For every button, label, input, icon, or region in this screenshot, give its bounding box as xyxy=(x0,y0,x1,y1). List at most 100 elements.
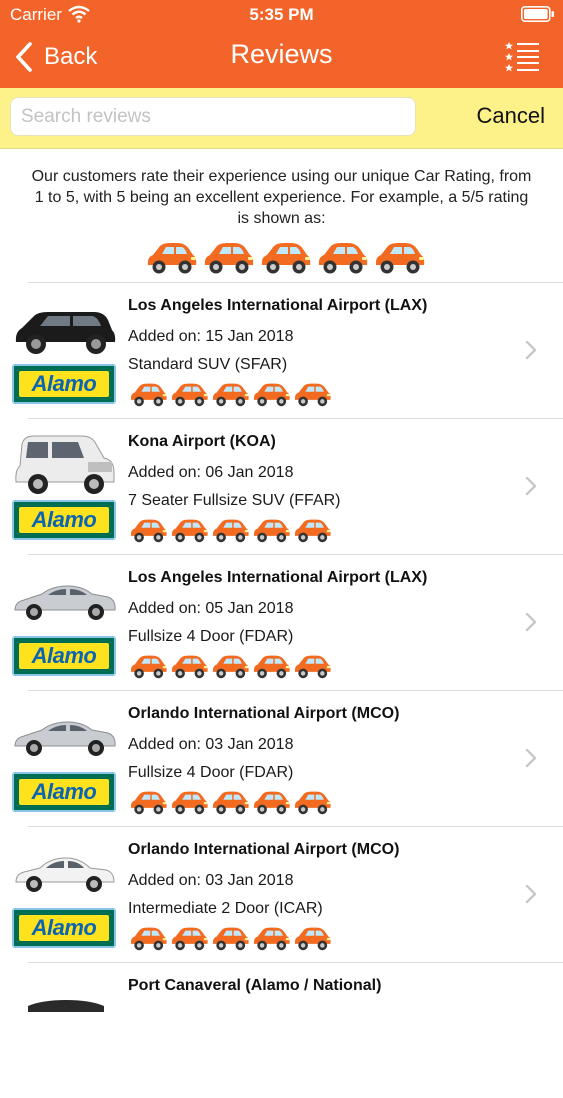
vehicle-image xyxy=(12,292,118,360)
status-bar: Carrier 5:35 PM xyxy=(0,0,563,30)
car-rating xyxy=(128,651,332,686)
alamo-logo: Alamo xyxy=(12,908,116,948)
rating-car-icon xyxy=(128,787,168,822)
rating-car-icon xyxy=(171,519,208,543)
rating-car-icon xyxy=(212,383,249,407)
status-time: 5:35 PM xyxy=(249,5,314,24)
rating-car-icon xyxy=(212,655,249,679)
rating-car-icon xyxy=(258,237,312,282)
rating-car-icon xyxy=(169,515,209,550)
vehicle-image xyxy=(12,700,118,768)
rating-car-icon xyxy=(212,927,249,951)
review-row[interactable]: Alamo Orlando International Airport (MCO)… xyxy=(0,826,563,962)
car-rating xyxy=(128,923,332,958)
brand-logo-text: Alamo xyxy=(19,507,109,533)
added-date: Added on: 03 Jan 2018 xyxy=(128,872,294,889)
vehicle-image xyxy=(12,428,118,496)
rating-car-icon xyxy=(292,651,332,686)
rating-car-icon xyxy=(251,787,291,822)
chevron-right-icon xyxy=(525,748,537,768)
chevron-right-icon xyxy=(525,612,537,632)
rating-car-icon xyxy=(253,655,290,679)
page-title: Reviews xyxy=(230,39,333,69)
rating-car-icon xyxy=(210,651,250,686)
rating-car-icon xyxy=(292,515,332,550)
review-row[interactable]: Alamo Los Angeles International Airport (… xyxy=(0,554,563,690)
rating-car-icon xyxy=(210,787,250,822)
car-rating xyxy=(128,379,332,414)
rating-car-icon xyxy=(130,927,167,951)
rating-car-icon xyxy=(253,383,290,407)
rating-car-icon xyxy=(169,651,209,686)
navigation-bar: Back Reviews xyxy=(0,30,563,88)
rating-car-icon xyxy=(372,237,426,282)
search-bar: Cancel xyxy=(0,88,563,149)
rating-car-icon xyxy=(292,787,332,822)
rating-car-icon xyxy=(171,383,208,407)
location-title: Kona Airport (KOA) xyxy=(128,433,276,450)
chevron-right-icon xyxy=(525,340,537,360)
car-rating xyxy=(128,515,332,550)
rating-explanation: Our customers rate their experience usin… xyxy=(31,168,532,227)
rating-car-icon xyxy=(294,519,331,543)
rating-car-icon xyxy=(144,237,198,282)
review-row[interactable]: Port Canaveral (Alamo / National) xyxy=(0,962,563,1098)
rating-car-icon xyxy=(210,379,250,414)
alamo-logo: Alamo xyxy=(12,636,116,676)
rating-car-icon xyxy=(169,787,209,822)
rating-car-icon xyxy=(212,791,249,815)
rating-car-icon xyxy=(169,379,209,414)
rating-car-icon xyxy=(210,923,250,958)
review-row[interactable]: Alamo Orlando International Airport (MCO)… xyxy=(0,690,563,826)
car-class: Intermediate 2 Door (ICAR) xyxy=(128,900,323,917)
rating-car-icon xyxy=(169,923,209,958)
rating-car-icon xyxy=(253,927,290,951)
alamo-logo: Alamo xyxy=(12,772,116,812)
rating-car-icon xyxy=(375,243,425,274)
rating-car-icon xyxy=(251,379,291,414)
car-rating xyxy=(128,787,332,822)
rating-car-icon xyxy=(201,237,255,282)
rating-car-icon xyxy=(251,651,291,686)
rating-car-icon xyxy=(212,519,249,543)
location-title: Orlando International Airport (MCO) xyxy=(128,841,400,858)
rating-car-icon xyxy=(292,923,332,958)
location-title: Orlando International Airport (MCO) xyxy=(128,705,400,722)
rating-car-icon xyxy=(128,923,168,958)
rating-car-icon xyxy=(251,923,291,958)
review-list: Alamo Los Angeles International Airport (… xyxy=(0,282,563,1098)
brand-logo-text: Alamo xyxy=(19,371,109,397)
top-bar: Carrier 5:35 PM Back Reviews xyxy=(0,0,563,88)
battery-icon xyxy=(521,6,554,22)
rating-car-icon xyxy=(261,243,311,274)
rating-car-icon xyxy=(294,791,331,815)
chevron-right-icon xyxy=(525,884,537,904)
vehicle-image xyxy=(12,836,118,904)
brand-logo-text: Alamo xyxy=(19,643,109,669)
rating-car-icon xyxy=(318,243,368,274)
rating-car-icon xyxy=(210,515,250,550)
cancel-button[interactable]: Cancel xyxy=(477,103,545,129)
rating-car-icon xyxy=(292,379,332,414)
search-input[interactable] xyxy=(10,97,416,136)
star-list-icon[interactable] xyxy=(505,41,539,73)
location-title: Los Angeles International Airport (LAX) xyxy=(128,569,428,586)
car-class: 7 Seater Fullsize SUV (FFAR) xyxy=(128,492,341,509)
review-row[interactable]: Alamo Kona Airport (KOA) Added on: 06 Jan … xyxy=(0,418,563,554)
rating-car-icon xyxy=(128,515,168,550)
rating-car-icon xyxy=(171,927,208,951)
rating-car-icon xyxy=(204,243,254,274)
rating-car-icon xyxy=(171,655,208,679)
review-row[interactable]: Alamo Los Angeles International Airport (… xyxy=(0,282,563,418)
alamo-logo: Alamo xyxy=(12,500,116,540)
car-class: Standard SUV (SFAR) xyxy=(128,356,288,373)
location-title: Port Canaveral (Alamo / National) xyxy=(128,977,382,994)
brand-logo-text: Alamo xyxy=(19,779,109,805)
rating-car-icon xyxy=(294,927,331,951)
rating-car-icon xyxy=(171,791,208,815)
vehicle-image xyxy=(12,972,118,1040)
rating-car-icon xyxy=(253,519,290,543)
added-date: Added on: 15 Jan 2018 xyxy=(128,328,294,345)
chevron-right-icon xyxy=(525,476,537,496)
location-title: Los Angeles International Airport (LAX) xyxy=(128,297,428,314)
